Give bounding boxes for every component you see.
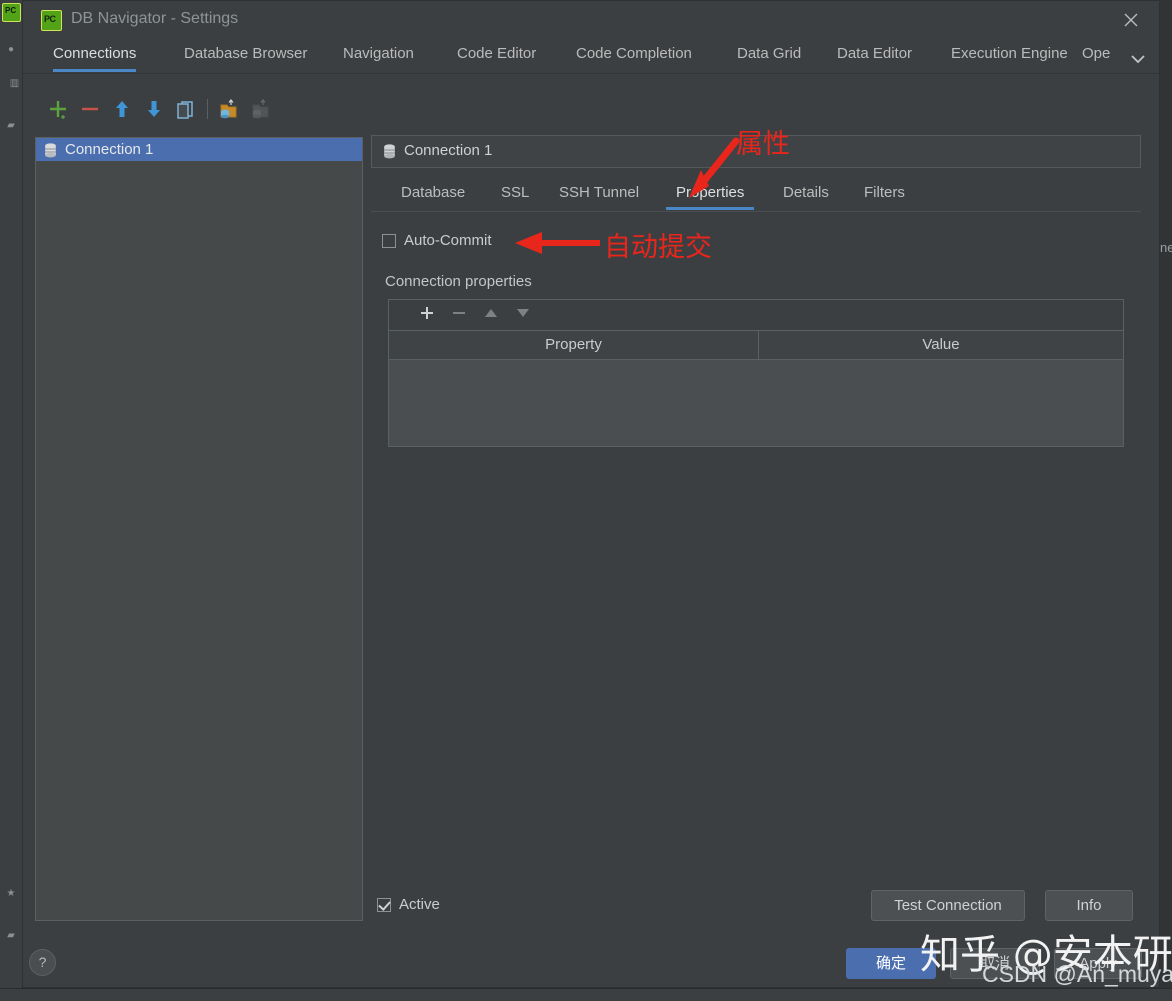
csdn-watermark: CSDN @An_muyan bbox=[982, 961, 1172, 987]
property-move-up-button bbox=[479, 304, 503, 326]
import-button[interactable] bbox=[215, 96, 241, 122]
properties-table-body[interactable] bbox=[389, 360, 1123, 446]
properties-table-header: Property Value bbox=[389, 331, 1123, 360]
list-item[interactable]: Connection 1 bbox=[36, 138, 362, 161]
duplicate-button[interactable] bbox=[173, 96, 199, 122]
ide-bar-icon-4[interactable]: ★ bbox=[2, 888, 20, 899]
ide-left-toolwindow-bar: PC ● ▥ ▰ ★ ▰ bbox=[0, 0, 23, 1000]
tab-connections[interactable]: Connections bbox=[53, 39, 137, 72]
property-remove-button bbox=[447, 304, 471, 326]
tab-ssh-tunnel[interactable]: SSH Tunnel bbox=[559, 179, 639, 210]
tab-ssl[interactable]: SSL bbox=[501, 179, 529, 210]
active-checkbox[interactable] bbox=[377, 898, 391, 912]
tab-properties[interactable]: Properties bbox=[665, 179, 755, 210]
column-header-property[interactable]: Property bbox=[389, 331, 758, 359]
tab-overflow-label[interactable]: Ope bbox=[1082, 39, 1110, 72]
tab-data-grid[interactable]: Data Grid bbox=[737, 39, 801, 72]
auto-commit-label[interactable]: Auto-Commit bbox=[404, 232, 492, 249]
database-icon bbox=[383, 144, 396, 164]
tab-navigation[interactable]: Navigation bbox=[343, 39, 414, 72]
tab-details[interactable]: Details bbox=[783, 179, 829, 210]
column-header-value[interactable]: Value bbox=[759, 331, 1123, 359]
tab-execution-engine[interactable]: Execution Engine bbox=[951, 39, 1068, 72]
settings-dialog: PC DB Navigator - Settings Connections D… bbox=[22, 0, 1160, 988]
add-connection-button[interactable] bbox=[45, 96, 71, 122]
tab-database-browser[interactable]: Database Browser bbox=[184, 39, 307, 72]
tab-data-editor[interactable]: Data Editor bbox=[837, 39, 912, 72]
close-icon[interactable] bbox=[1117, 6, 1145, 34]
test-connection-button[interactable]: Test Connection bbox=[871, 890, 1025, 921]
ide-right-edge-text: ne bbox=[1160, 240, 1172, 255]
properties-annotation-text: 属性 bbox=[736, 129, 790, 160]
pycharm-icon: PC bbox=[2, 3, 21, 22]
database-icon bbox=[44, 142, 57, 165]
active-label[interactable]: Active bbox=[399, 896, 440, 913]
ide-bar-icon-2[interactable]: ▥ bbox=[2, 78, 20, 89]
pycharm-icon: PC bbox=[41, 10, 62, 31]
ide-bar-icon-1[interactable]: ● bbox=[2, 44, 20, 55]
remove-connection-button[interactable] bbox=[77, 96, 103, 122]
property-add-button[interactable] bbox=[415, 304, 439, 326]
connection-properties-table: Property Value bbox=[388, 299, 1124, 447]
auto-commit-annotation-text: 自动提交 bbox=[604, 232, 712, 263]
auto-commit-checkbox[interactable] bbox=[382, 234, 396, 248]
help-button[interactable]: ? bbox=[29, 949, 56, 976]
connection-sub-tab-bar: Database SSL SSH Tunnel Properties Detai… bbox=[371, 179, 1141, 212]
property-move-down-button bbox=[511, 304, 535, 326]
toolbar-separator bbox=[207, 99, 208, 119]
connection-properties-label: Connection properties bbox=[385, 273, 532, 290]
connection-list[interactable]: Connection 1 bbox=[35, 137, 363, 921]
screen-root: PC ● ▥ ▰ ★ ▰ ne PC DB Navigator - Settin… bbox=[0, 0, 1172, 1001]
connection-header-label: Connection 1 bbox=[404, 142, 493, 159]
dialog-title: DB Navigator - Settings bbox=[71, 10, 239, 27]
ide-bar-icon-3[interactable]: ▰ bbox=[2, 120, 20, 131]
info-button[interactable]: Info bbox=[1045, 890, 1133, 921]
tab-filters[interactable]: Filters bbox=[864, 179, 905, 210]
tab-database[interactable]: Database bbox=[401, 179, 465, 210]
chevron-down-icon[interactable] bbox=[1131, 51, 1145, 69]
ide-bar-icon-5[interactable]: ▰ bbox=[2, 930, 20, 941]
tab-code-completion[interactable]: Code Completion bbox=[576, 39, 692, 72]
list-item-label: Connection 1 bbox=[65, 141, 154, 158]
move-down-button[interactable] bbox=[141, 96, 167, 122]
ide-right-edge bbox=[1160, 0, 1172, 1000]
ide-status-bar bbox=[0, 988, 1172, 1001]
connections-toolbar bbox=[37, 96, 297, 126]
dialog-titlebar: PC DB Navigator - Settings bbox=[23, 1, 1159, 39]
properties-table-toolbar bbox=[389, 300, 1123, 331]
tab-code-editor[interactable]: Code Editor bbox=[457, 39, 536, 72]
move-up-button[interactable] bbox=[109, 96, 135, 122]
settings-tab-bar: Connections Database Browser Navigation … bbox=[23, 39, 1159, 74]
export-button bbox=[247, 96, 273, 122]
